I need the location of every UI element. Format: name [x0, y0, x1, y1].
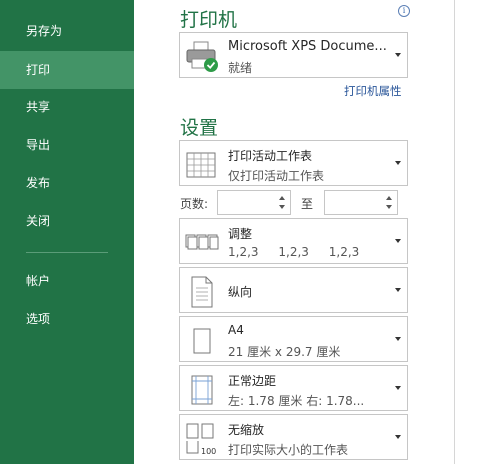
- sidebar-item-save-as[interactable]: 另存为: [0, 12, 134, 50]
- collation-seq-3: 1,2,3: [328, 245, 360, 259]
- collation-dropdown[interactable]: 调整 1,2,3 1,2,3 1,2,3: [179, 218, 408, 264]
- pages-label: 页数:: [180, 197, 209, 211]
- settings-section-title: 设置: [180, 117, 219, 139]
- spin-down-icon[interactable]: [386, 205, 392, 209]
- chevron-down-icon: [395, 386, 401, 390]
- margins-values: 左: 1.78 厘米 右: 1.78...: [228, 394, 365, 408]
- svg-text:100: 100: [201, 447, 216, 456]
- paper-icon: [193, 328, 211, 354]
- printer-section-title: 打印机: [180, 9, 238, 31]
- orientation-label: 纵向: [228, 285, 253, 299]
- to-label: 至: [301, 197, 314, 211]
- margins-label: 正常边距: [228, 374, 277, 388]
- print-what-label: 打印活动工作表: [228, 149, 313, 163]
- margins-dropdown[interactable]: 正常边距 左: 1.78 厘米 右: 1.78...: [179, 365, 408, 411]
- sidebar-item-close[interactable]: 关闭: [0, 202, 134, 240]
- pages-from-stepper[interactable]: [276, 191, 290, 214]
- collation-seq-2: 1,2,3: [278, 245, 309, 259]
- scaling-dropdown[interactable]: 100 无缩放 打印实际大小的工作表: [179, 414, 408, 460]
- paper-size-label: A4: [228, 323, 244, 337]
- margins-icon: [191, 375, 213, 405]
- scaling-label: 无缩放: [228, 423, 265, 437]
- spin-up-icon[interactable]: [386, 196, 392, 200]
- sidebar-item-publish[interactable]: 发布: [0, 164, 134, 202]
- pages-to-stepper[interactable]: [383, 191, 397, 214]
- printer-status: 就绪: [228, 61, 253, 75]
- no-scaling-icon: 100: [186, 423, 216, 456]
- collation-label: 调整: [228, 227, 253, 241]
- pages-to-spinner[interactable]: [324, 190, 398, 215]
- printer-dropdown[interactable]: Microsoft XPS Docume... 就绪: [179, 32, 408, 78]
- printer-name: Microsoft XPS Docume...: [228, 39, 387, 54]
- printer-properties-link[interactable]: 打印机属性: [344, 83, 402, 99]
- spin-up-icon[interactable]: [279, 196, 285, 200]
- sidebar-item-options[interactable]: 选项: [0, 300, 134, 338]
- print-what-description: 仅打印活动工作表: [228, 169, 325, 183]
- chevron-down-icon: [395, 435, 401, 439]
- sidebar-item-account[interactable]: 帐户: [0, 262, 134, 300]
- paper-size-dimensions: 21 厘米 x 29.7 厘米: [228, 345, 341, 359]
- backstage-sidebar: 另存为 打印 共享 导出 发布 关闭 帐户 选项: [0, 0, 134, 464]
- chevron-down-icon: [395, 53, 401, 57]
- collated-pages-icon: [185, 234, 219, 250]
- print-what-dropdown[interactable]: 打印活动工作表 仅打印活动工作表: [179, 140, 408, 186]
- chevron-down-icon: [395, 288, 401, 292]
- pages-from-spinner[interactable]: [217, 190, 291, 215]
- spin-down-icon[interactable]: [279, 205, 285, 209]
- sidebar-divider: [26, 252, 108, 253]
- sidebar-item-export[interactable]: 导出: [0, 126, 134, 164]
- sidebar-item-print[interactable]: 打印: [0, 51, 134, 89]
- printer-icon: [186, 41, 218, 72]
- worksheet-grid-icon: [186, 152, 216, 178]
- chevron-down-icon: [395, 161, 401, 165]
- sidebar-item-share[interactable]: 共享: [0, 88, 134, 126]
- portrait-page-icon: [191, 276, 213, 308]
- collation-seq-1: 1,2,3: [228, 245, 259, 259]
- paper-size-dropdown[interactable]: A4 21 厘米 x 29.7 厘米: [179, 316, 408, 362]
- preview-divider: [454, 0, 455, 464]
- chevron-down-icon: [395, 239, 401, 243]
- chevron-down-icon: [395, 337, 401, 341]
- scaling-description: 打印实际大小的工作表: [228, 443, 349, 457]
- orientation-dropdown[interactable]: 纵向: [179, 267, 408, 313]
- collation-sequence: 1,2,3 1,2,3 1,2,3: [228, 245, 375, 259]
- info-icon[interactable]: i: [398, 5, 410, 17]
